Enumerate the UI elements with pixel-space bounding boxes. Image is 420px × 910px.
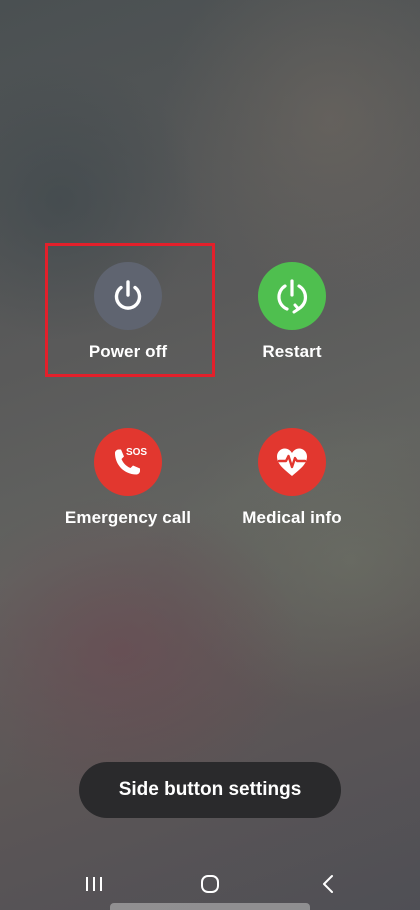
heart-pulse-icon (277, 448, 307, 476)
restart-button[interactable]: Restart (207, 262, 377, 362)
recents-icon (86, 877, 102, 891)
medical-info-circle[interactable] (258, 428, 326, 496)
restart-circle[interactable] (258, 262, 326, 330)
recents-button[interactable] (74, 870, 114, 898)
sos-badge: SOS (126, 447, 147, 458)
home-button[interactable] (190, 870, 230, 898)
back-button[interactable] (308, 870, 348, 898)
emergency-call-circle[interactable]: SOS (94, 428, 162, 496)
gesture-hint-bar (110, 903, 310, 910)
phone-sos-icon: SOS (115, 447, 147, 475)
emergency-call-button[interactable]: SOS Emergency call (43, 428, 213, 528)
emergency-call-label: Emergency call (64, 508, 192, 527)
medical-info-button[interactable]: Medical info (207, 428, 377, 528)
medical-info-label: Medical info (242, 508, 342, 527)
home-icon (201, 875, 219, 893)
restart-label: Restart (262, 342, 322, 361)
power-off-highlight-box (45, 243, 215, 377)
back-icon (323, 875, 333, 893)
navigation-bar (0, 860, 420, 906)
restart-icon (277, 279, 308, 314)
side-button-settings-button[interactable]: Side button settings (79, 762, 341, 818)
